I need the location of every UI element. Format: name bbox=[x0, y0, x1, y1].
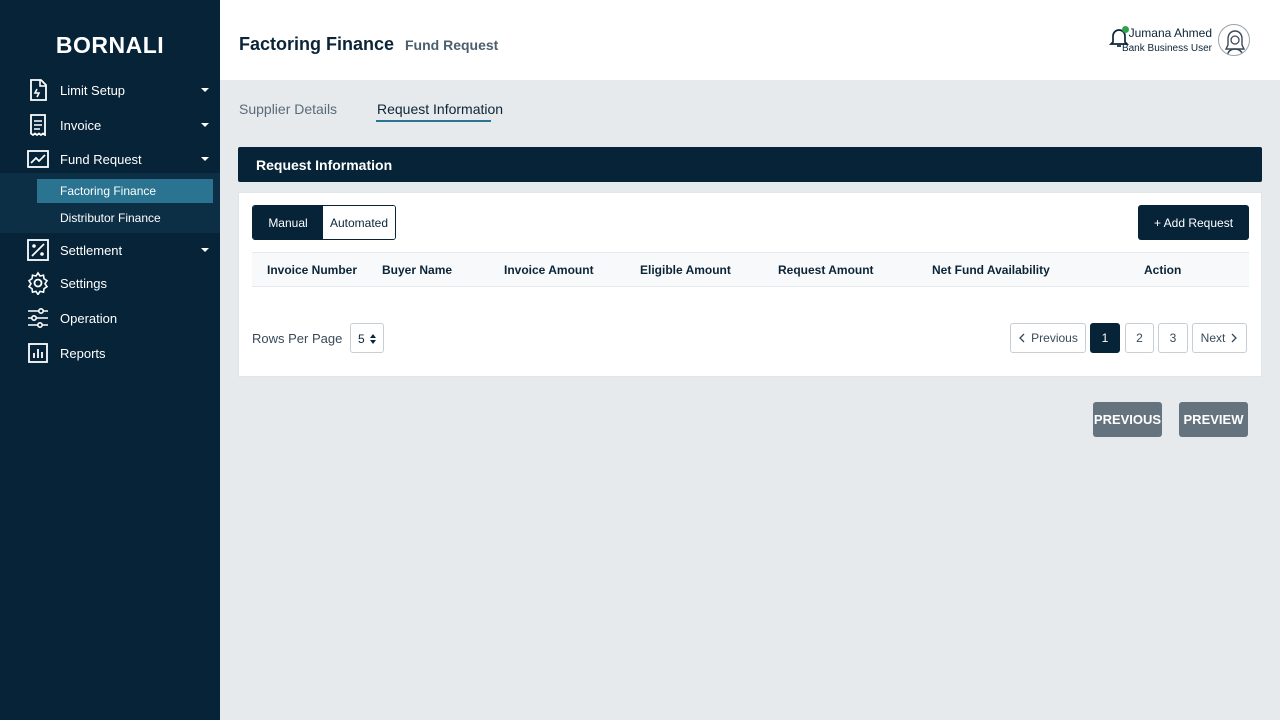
sidebar-subitem-distributor-finance[interactable]: Distributor Finance bbox=[37, 206, 213, 230]
active-tab-indicator bbox=[376, 120, 491, 122]
sidebar-item-operation[interactable]: Operation bbox=[0, 303, 220, 333]
sidebar-item-invoice[interactable]: Invoice bbox=[0, 110, 220, 140]
chevron-left-icon bbox=[1019, 333, 1025, 343]
sidebar-subitem-factoring-finance[interactable]: Factoring Finance bbox=[37, 179, 213, 203]
bar-chart-icon bbox=[26, 341, 50, 365]
pagination-page-2[interactable]: 2 bbox=[1125, 323, 1154, 353]
chevron-down-icon bbox=[201, 88, 209, 92]
sidebar-item-label: Operation bbox=[60, 310, 118, 326]
chart-icon bbox=[26, 147, 50, 171]
sidebar-item-limit-setup[interactable]: Limit Setup bbox=[0, 75, 220, 105]
column-header: Buyer Name bbox=[382, 263, 453, 277]
receipt-icon bbox=[26, 113, 50, 137]
top-header: Factoring Finance Fund Request Jumana Ah… bbox=[220, 0, 1280, 80]
sidebar-subitem-label: Factoring Finance bbox=[60, 184, 157, 198]
table-header: Invoice Number Buyer Name Invoice Amount… bbox=[252, 252, 1249, 287]
sidebar-item-label: Fund Request bbox=[60, 151, 142, 167]
pagination-next-button[interactable]: Next bbox=[1192, 323, 1247, 353]
pagination-page-3[interactable]: 3 bbox=[1158, 323, 1188, 353]
mode-toggle: Manual Automated bbox=[252, 205, 396, 240]
sort-up-icon bbox=[370, 334, 376, 338]
tab-supplier-details[interactable]: Supplier Details bbox=[239, 101, 337, 117]
document-icon bbox=[26, 78, 50, 102]
sidebar-item-label: Settlement bbox=[60, 242, 123, 258]
breadcrumb: Fund Request bbox=[405, 37, 499, 53]
column-header: Net Fund Availability bbox=[932, 263, 1050, 277]
percent-icon bbox=[26, 238, 50, 262]
add-request-button[interactable]: + Add Request bbox=[1138, 205, 1249, 240]
sidebar-item-label: Reports bbox=[60, 345, 106, 361]
toggle-manual[interactable]: Manual bbox=[253, 206, 323, 239]
rows-per-page-label: Rows Per Page bbox=[252, 331, 343, 346]
column-header: Request Amount bbox=[778, 263, 874, 277]
chevron-right-icon bbox=[1231, 333, 1238, 343]
sidebar-item-label: Settings bbox=[60, 275, 107, 291]
section-header: Request Information bbox=[238, 147, 1262, 182]
request-card: Manual Automated + Add Request Invoice N… bbox=[238, 192, 1262, 377]
previous-button[interactable]: PREVIOUS bbox=[1093, 402, 1162, 437]
section-title: Request Information bbox=[256, 157, 393, 173]
sliders-icon bbox=[26, 306, 50, 330]
sort-down-icon bbox=[370, 340, 376, 344]
column-header: Invoice Number bbox=[267, 263, 358, 277]
chevron-up-icon bbox=[201, 157, 209, 161]
sidebar-item-reports[interactable]: Reports bbox=[0, 338, 220, 368]
sidebar: BORNALI Limit Setup Invoice Fund Request… bbox=[0, 0, 220, 720]
sidebar-item-fund-request[interactable]: Fund Request bbox=[0, 144, 220, 174]
sidebar-item-label: Limit Setup bbox=[60, 82, 126, 98]
rows-per-page-select[interactable]: 5 bbox=[350, 323, 384, 353]
column-header: Eligible Amount bbox=[640, 263, 731, 277]
gear-icon bbox=[26, 271, 50, 295]
tab-request-information[interactable]: Request Information bbox=[377, 101, 503, 117]
column-header: Action bbox=[1144, 263, 1182, 277]
avatar[interactable] bbox=[1218, 24, 1250, 56]
pagination-next-label: Next bbox=[1200, 331, 1226, 345]
chevron-down-icon bbox=[201, 123, 209, 127]
sidebar-item-settlement[interactable]: Settlement bbox=[0, 235, 220, 265]
page-title: Factoring Finance bbox=[239, 34, 395, 54]
user-name: Jumana Ahmed bbox=[1128, 26, 1212, 40]
column-header: Invoice Amount bbox=[504, 263, 594, 277]
sidebar-subitem-label: Distributor Finance bbox=[60, 211, 161, 225]
pagination-previous-button[interactable]: Previous bbox=[1010, 323, 1086, 353]
pagination-page-1[interactable]: 1 bbox=[1090, 323, 1120, 353]
brand-logo: BORNALI bbox=[55, 32, 165, 58]
fund-request-submenu: Factoring Finance Distributor Finance bbox=[0, 173, 220, 233]
user-role: Bank Business User bbox=[1121, 43, 1212, 54]
pagination-previous-label: Previous bbox=[1031, 331, 1078, 345]
sidebar-item-settings[interactable]: Settings bbox=[0, 268, 220, 298]
rows-per-page-value: 5 bbox=[358, 332, 365, 346]
sidebar-item-label: Invoice bbox=[60, 117, 102, 133]
toggle-automated[interactable]: Automated bbox=[323, 206, 395, 239]
preview-button[interactable]: PREVIEW bbox=[1179, 402, 1248, 437]
chevron-down-icon bbox=[201, 248, 209, 252]
